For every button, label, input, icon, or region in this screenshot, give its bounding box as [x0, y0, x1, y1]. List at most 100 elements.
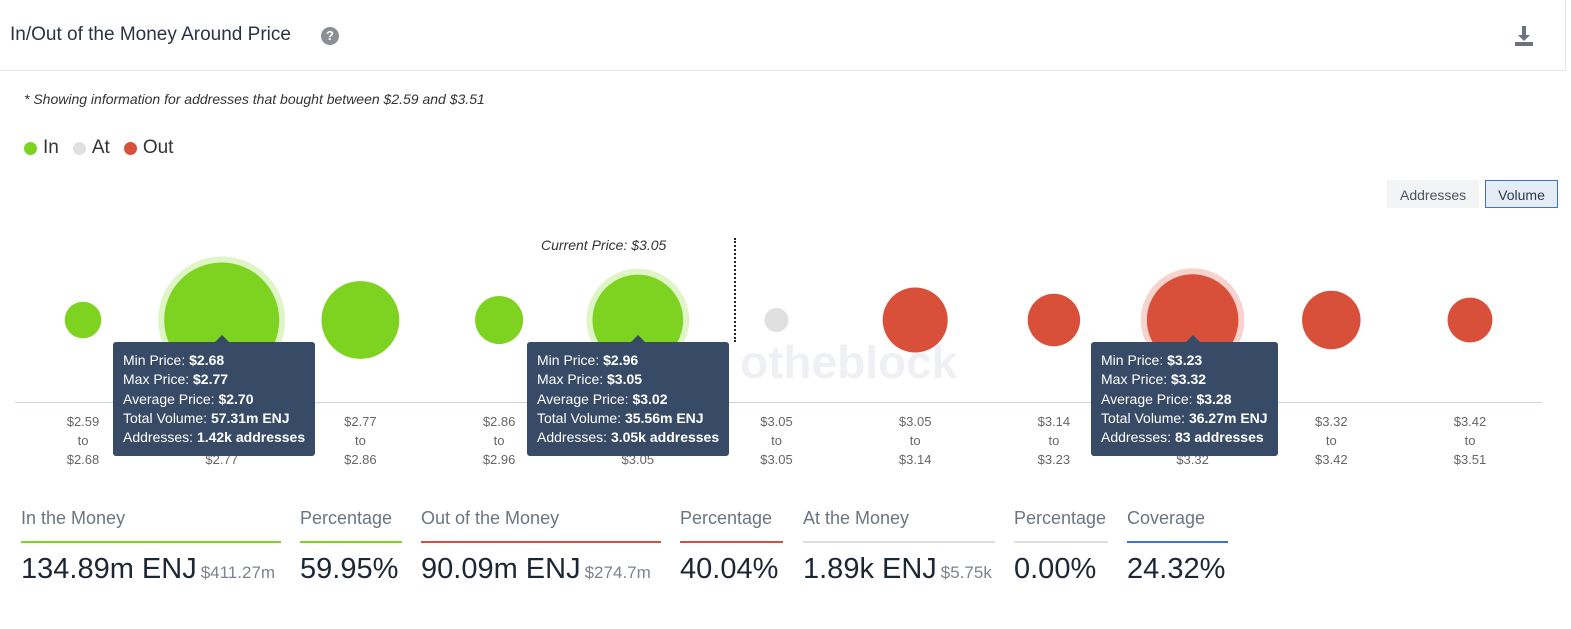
tick-from: $3.14 — [1037, 414, 1071, 429]
tooltip-value: 1.42k addresses — [196, 429, 306, 446]
bubble-out[interactable] — [1302, 290, 1361, 350]
stat-value: 1.89k ENJ — [803, 553, 937, 585]
tooltip-value: $2.68 — [189, 352, 225, 368]
stat-in-money: In the Money 134.89m ENJ $411.27m — [21, 508, 281, 586]
tick-to: $3.23 — [1037, 452, 1071, 467]
tooltip-value: $2.70 — [218, 390, 254, 407]
tooltip-value: 35.56m ENJ — [624, 409, 704, 426]
x-tick-label: $2.77 to $2.86 — [320, 412, 400, 469]
tooltip-arrow — [1185, 335, 1200, 342]
tooltip-value: $2.96 — [603, 352, 639, 368]
tooltip-row: Total Volume: 57.31m ENJ — [123, 409, 305, 428]
tooltip-arrow — [630, 335, 645, 342]
x-tick-label: $3.05 to $3.05 — [737, 412, 817, 469]
tooltip-label: Addresses: — [537, 429, 608, 446]
tick-to: $3.42 — [1315, 452, 1348, 467]
tick-to: $3.14 — [898, 452, 932, 467]
stat-value: 59.95% — [300, 553, 399, 585]
x-tick-label: $3.32 to $3.42 — [1291, 412, 1371, 469]
stat-usd: $274.7m — [584, 563, 651, 582]
tooltip-row: Addresses: 1.42k addresses — [123, 428, 305, 447]
tick-to: $3.05 — [760, 452, 793, 467]
tooltip-value: $3.32 — [1171, 371, 1207, 388]
tooltip-label: Min Price: — [123, 352, 186, 368]
stat-out-money: Out of the Money 90.09m ENJ $274.7m — [421, 508, 661, 586]
tooltip-row: Min Price: $2.68 — [123, 351, 305, 370]
tooltip-row: Max Price: $3.05 — [537, 370, 719, 389]
stat-value: 0.00% — [1014, 553, 1097, 585]
stat-out-pct: Percentage 40.04% — [680, 508, 783, 586]
tick-from: $2.77 — [344, 414, 377, 429]
tooltip-label: Total Volume: — [1101, 409, 1186, 426]
tooltip-value: $2.77 — [193, 371, 229, 388]
tooltip: Min Price: $3.23 Max Price: $3.32 Average … — [1091, 335, 1278, 457]
tooltip-row: Average Price: $3.02 — [537, 390, 719, 409]
tooltip-row: Max Price: $2.77 — [123, 370, 305, 389]
tooltip-value: $3.05 — [607, 371, 643, 388]
tooltip-value: 3.05k addresses — [610, 429, 720, 446]
tooltip-value: $3.23 — [1167, 352, 1203, 368]
tick-to: $2.86 — [344, 452, 377, 467]
tick-from: $2.59 — [66, 414, 100, 429]
tick-sep: to — [909, 433, 921, 448]
tick-to: $3.51 — [1453, 452, 1487, 467]
stat-label: Percentage — [300, 508, 402, 543]
tooltip-row: Addresses: 83 addresses — [1101, 428, 1268, 447]
bubble-in[interactable] — [321, 281, 400, 359]
tick-sep: to — [1048, 433, 1060, 448]
tooltip-row: Total Volume: 35.56m ENJ — [537, 409, 719, 428]
tick-from: $3.05 — [760, 414, 793, 429]
tooltip-row: Min Price: $3.23 — [1101, 351, 1268, 370]
tooltip-row: Average Price: $2.70 — [123, 390, 305, 409]
stat-value: 134.89m ENJ — [21, 553, 197, 585]
stat-at-pct: Percentage 0.00% — [1014, 508, 1108, 586]
stat-usd: $411.27m — [200, 563, 276, 582]
x-tick-label: $3.42 to $3.51 — [1430, 412, 1510, 469]
tooltip-value: $3.02 — [632, 390, 668, 407]
tooltip-label: Max Price: — [123, 371, 190, 388]
tooltip-label: Total Volume: — [537, 409, 622, 426]
tick-from: $3.05 — [898, 414, 932, 429]
tooltip-arrow — [214, 335, 229, 342]
tooltip-label: Min Price: — [1101, 352, 1164, 368]
bubble-at[interactable] — [764, 308, 789, 332]
tooltip-row: Addresses: 3.05k addresses — [537, 428, 719, 447]
tooltip-value: 36.27m ENJ — [1188, 409, 1268, 426]
tick-sep: to — [354, 433, 366, 448]
tick-from: $3.42 — [1453, 414, 1487, 429]
bubble-in[interactable] — [475, 295, 524, 345]
bubble-out[interactable] — [1027, 293, 1081, 347]
stat-in-pct: Percentage 59.95% — [300, 508, 402, 586]
tooltip-row: Max Price: $3.32 — [1101, 370, 1268, 389]
tooltip-label: Total Volume: — [123, 409, 208, 426]
x-tick-label: $3.14 to $3.23 — [1014, 412, 1094, 469]
tooltip-value: 83 addresses — [1174, 429, 1264, 446]
stat-label: Coverage — [1127, 508, 1228, 543]
stat-label: In the Money — [21, 508, 281, 543]
tick-to: $2.68 — [66, 452, 100, 467]
tick-sep: to — [77, 433, 89, 448]
stat-value: 90.09m ENJ — [421, 553, 581, 585]
tooltip-row: Min Price: $2.96 — [537, 351, 719, 370]
stat-label: Percentage — [1014, 508, 1108, 543]
bubble-out[interactable] — [882, 287, 948, 353]
tooltip-label: Addresses: — [1101, 429, 1172, 446]
stat-value: 40.04% — [680, 553, 779, 585]
bubble-in[interactable] — [64, 301, 102, 339]
tooltip: Min Price: $2.68 Max Price: $2.77 Average … — [113, 335, 316, 457]
tooltip-label: Max Price: — [1101, 371, 1168, 388]
stat-label: Out of the Money — [421, 508, 661, 543]
stat-coverage: Coverage 24.32% — [1127, 508, 1228, 586]
tooltip-value: $3.28 — [1196, 390, 1232, 407]
tooltip-row: Average Price: $3.28 — [1101, 390, 1268, 409]
tooltip-row: Total Volume: 36.27m ENJ — [1101, 409, 1268, 428]
tooltip-label: Average Price: — [1101, 390, 1193, 407]
bubble-out[interactable] — [1447, 297, 1493, 343]
tooltip-label: Max Price: — [537, 371, 604, 388]
x-tick-label: $3.05 to $3.14 — [875, 412, 955, 469]
stat-at-money: At the Money 1.89k ENJ $5.75k — [803, 508, 995, 586]
x-tick-label: $2.59 to $2.68 — [43, 412, 123, 469]
tick-sep: to — [1464, 433, 1476, 448]
tick-sep: to — [771, 433, 782, 448]
stat-label: Percentage — [680, 508, 783, 543]
